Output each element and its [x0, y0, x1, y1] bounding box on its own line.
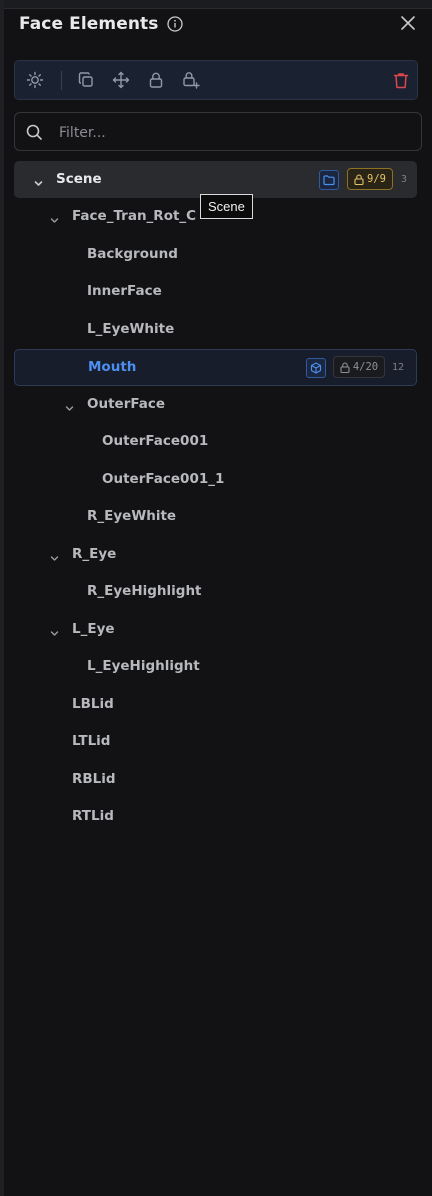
tree-row[interactable]: L_Eye: [14, 611, 417, 648]
tree-label: RTLid: [72, 808, 114, 824]
cube-icon[interactable]: [306, 358, 326, 378]
tree-label: R_EyeWhite: [87, 508, 177, 524]
copy-icon[interactable]: [76, 70, 96, 90]
tree-row-selected[interactable]: Mouth 4/20 12: [14, 349, 417, 386]
tree-label: L_Eye: [72, 621, 115, 637]
tree-label: Background: [87, 246, 178, 262]
folder-icon[interactable]: [319, 170, 339, 190]
tooltip: Scene: [200, 194, 253, 219]
tree-label: InnerFace: [87, 283, 162, 299]
search-icon: [25, 123, 43, 141]
toolbar: [14, 60, 418, 100]
child-count: 3: [401, 174, 408, 185]
tree-label-selected: Mouth: [88, 359, 137, 375]
trash-icon[interactable]: [391, 70, 411, 90]
tree-row[interactable]: L_EyeWhite: [14, 311, 417, 348]
tree-row-scene[interactable]: Scene 9/9 3: [14, 161, 417, 198]
tree-row[interactable]: RBLid: [14, 761, 417, 798]
tree-label: Face_Tran_Rot_C: [72, 208, 197, 224]
tree-row[interactable]: LBLid: [14, 686, 417, 723]
lock-count-text: 4/20: [352, 361, 379, 373]
tree-row[interactable]: R_EyeHighlight: [14, 573, 417, 610]
tree-label: L_EyeHighlight: [87, 658, 200, 674]
sun-icon[interactable]: [25, 70, 45, 90]
lock-count-badge[interactable]: 4/20: [333, 356, 385, 378]
lock-count-badge[interactable]: 9/9: [347, 168, 393, 190]
tree-row[interactable]: OuterFace: [14, 386, 417, 423]
panel-title: Face Elements: [19, 14, 159, 34]
tree-label: OuterFace001: [102, 433, 209, 449]
tree-row[interactable]: R_Eye: [14, 536, 417, 573]
child-count: 12: [392, 362, 405, 373]
chevron-down-icon[interactable]: [49, 549, 60, 561]
tree-label: RBLid: [72, 771, 116, 787]
tree-row[interactable]: R_EyeWhite: [14, 498, 417, 535]
tree-row[interactable]: InnerFace: [14, 273, 417, 310]
tree-label: LTLid: [72, 733, 111, 749]
toolbar-separator: [61, 71, 62, 90]
lock-icon: [354, 174, 364, 185]
chevron-down-icon[interactable]: [49, 624, 60, 636]
lock-icon: [340, 362, 350, 373]
lock-count-text: 9/9: [367, 173, 386, 185]
tree-row[interactable]: OuterFace001: [14, 423, 417, 460]
tree-label: L_EyeWhite: [87, 321, 175, 337]
tree-row[interactable]: Background: [14, 236, 417, 273]
panel-header: Face Elements: [19, 12, 422, 36]
tree-label: OuterFace: [87, 396, 166, 412]
info-icon[interactable]: [167, 16, 184, 32]
tree-row[interactable]: RTLid: [14, 798, 417, 835]
tree-label: OuterFace001_1: [102, 471, 225, 487]
close-icon[interactable]: [400, 15, 416, 31]
panel-left-edge: [0, 0, 4, 1196]
lock-icon[interactable]: [146, 70, 166, 90]
tree-label: LBLid: [72, 696, 114, 712]
tree-label: R_EyeHighlight: [87, 583, 202, 599]
move-arrows-icon[interactable]: [111, 70, 131, 90]
search-box: [14, 112, 422, 151]
chevron-down-icon[interactable]: [49, 211, 60, 223]
lock-plus-icon[interactable]: [181, 70, 201, 90]
tree-label-scene: Scene: [56, 171, 102, 187]
chevron-down-icon[interactable]: [64, 399, 75, 411]
search-input[interactable]: [57, 121, 401, 145]
panel-top-edge: [4, 0, 432, 9]
tree-row[interactable]: L_EyeHighlight: [14, 648, 417, 685]
tree-row[interactable]: LTLid: [14, 723, 417, 760]
chevron-down-icon[interactable]: [33, 174, 44, 186]
tree-label: R_Eye: [72, 546, 117, 562]
tree-row[interactable]: OuterFace001_1: [14, 461, 417, 498]
